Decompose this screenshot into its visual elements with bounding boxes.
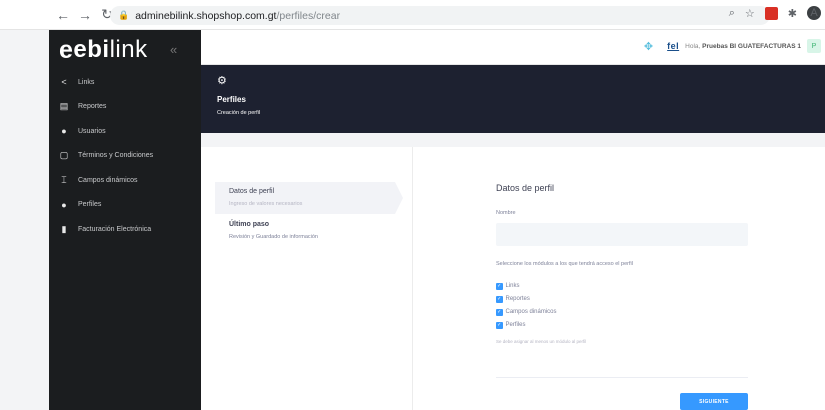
- fields-icon: ⌶: [61, 174, 67, 185]
- modules-label: Seleccione los módulos a los que tendrá …: [496, 261, 633, 267]
- sidebar-item-terminos[interactable]: ▢ Términos y Condiciones: [49, 144, 201, 169]
- back-icon[interactable]: ←: [54, 6, 72, 24]
- page-subtitle: Creación de perfil: [217, 110, 261, 116]
- checkbox-label: Perfiles: [505, 322, 526, 329]
- module-checkbox-campos[interactable]: ✓ Campos dinámicos: [496, 309, 557, 316]
- module-checkbox-links[interactable]: ✓ Links: [496, 283, 520, 290]
- module-checkbox-perfiles[interactable]: ✓ Perfiles: [496, 322, 526, 329]
- sidebar-item-facturacion[interactable]: ▮ Facturación Electrónica: [49, 217, 201, 242]
- url-path: /perfiles/crear: [276, 9, 341, 22]
- user-avatar[interactable]: P: [807, 39, 821, 53]
- step-2-title[interactable]: Último paso: [229, 221, 269, 228]
- step-1-title[interactable]: Datos de perfil: [229, 188, 274, 195]
- step-active-highlight[interactable]: [215, 182, 403, 214]
- users-icon: ●: [61, 126, 67, 137]
- sidebar-item-links[interactable]: < Links: [49, 70, 201, 95]
- document-icon: ▢: [59, 150, 69, 161]
- fel-logo: fel: [667, 41, 680, 51]
- checkbox-label: Reportes: [505, 296, 530, 303]
- move-arrows-icon[interactable]: ✥: [644, 40, 653, 53]
- invoice-icon: ▮: [61, 223, 67, 234]
- wizard-card: Datos de perfil Ingreso de valores neces…: [201, 147, 825, 410]
- sidebar-item-label: Campos dinámicos: [78, 176, 138, 184]
- top-bar: ✥ fel Hola, Pruebas BI GUATEFACTURAS 1 P: [201, 30, 825, 65]
- user-greeting[interactable]: Hola, Pruebas BI GUATEFACTURAS 1: [685, 43, 801, 50]
- checkbox-checked-icon[interactable]: ✓: [496, 283, 503, 290]
- checkbox-checked-icon[interactable]: ✓: [496, 296, 503, 303]
- profile-form: Datos de perfil Nombre Seleccione los mó…: [414, 147, 825, 410]
- ebilink-logo[interactable]: e ebi link: [59, 36, 148, 64]
- browser-toolbar: ← → ↻ 🔒 adminebilink.shopshop.com.gt/per…: [0, 0, 825, 30]
- sidebar-item-usuarios[interactable]: ● Usuarios: [49, 119, 201, 144]
- page-title: Perfiles: [217, 95, 246, 104]
- module-checkbox-reportes[interactable]: ✓ Reportes: [496, 296, 530, 303]
- page-header: ⚙ Perfiles Creación de perfil: [201, 65, 825, 133]
- sidebar-item-label: Usuarios: [78, 127, 106, 135]
- logo-mark: e: [59, 35, 74, 64]
- profiles-icon: ●: [61, 199, 67, 210]
- name-label: Nombre: [496, 210, 516, 216]
- sidebar-menu: < Links ▤ Reportes ● Usuarios ▢ Términos…: [49, 70, 201, 242]
- step-1-description: Ingreso de valores necesarios: [229, 201, 303, 207]
- forward-icon[interactable]: →: [76, 6, 94, 24]
- sidebar: e ebi link « < Links ▤ Reportes ● Usuarios…: [49, 30, 201, 410]
- extensions-puzzle-icon[interactable]: ✱: [788, 7, 797, 20]
- greeting-prefix: Hola,: [685, 42, 701, 50]
- step-2-description: Revisión y Guardado de información: [229, 234, 318, 240]
- profiles-icon: ⚙: [217, 75, 227, 87]
- logo-text-bold: ebi: [73, 36, 110, 63]
- sidebar-item-label: Perfiles: [78, 201, 102, 209]
- form-title: Datos de perfil: [496, 183, 555, 193]
- modules-hint: Se debe asignar al menos un módulo al pe…: [496, 339, 587, 344]
- sidebar-item-perfiles[interactable]: ● Perfiles: [49, 193, 201, 218]
- sidebar-item-reportes[interactable]: ▤ Reportes: [49, 95, 201, 120]
- form-divider: [496, 377, 748, 378]
- checkbox-label: Campos dinámicos: [505, 309, 557, 316]
- next-button[interactable]: SIGUIENTE: [680, 393, 748, 410]
- checkbox-label: Links: [505, 283, 520, 290]
- sidebar-item-label: Términos y Condiciones: [78, 152, 154, 160]
- bookmark-star-icon[interactable]: ☆: [745, 7, 755, 20]
- wizard-steps: Datos de perfil Ingreso de valores neces…: [201, 147, 413, 410]
- sidebar-item-label: Reportes: [78, 103, 107, 111]
- checkbox-checked-icon[interactable]: ✓: [496, 322, 503, 329]
- share-icon: <: [61, 77, 67, 88]
- zoom-icon[interactable]: ⌕: [729, 7, 735, 20]
- sidebar-item-label: Links: [78, 78, 95, 86]
- sidebar-item-campos[interactable]: ⌶ Campos dinámicos: [49, 168, 201, 193]
- chart-icon: ▤: [59, 101, 69, 112]
- extension-icon[interactable]: [764, 6, 778, 20]
- sidebar-item-label: Facturación Electrónica: [78, 225, 152, 233]
- collapse-sidebar-icon[interactable]: «: [170, 42, 177, 57]
- address-bar[interactable]: 🔒 adminebilink.shopshop.com.gt/perfiles/…: [110, 6, 770, 25]
- user-name: Pruebas BI GUATEFACTURAS 1: [702, 42, 801, 50]
- url-host: adminebilink.shopshop.com.gt: [135, 9, 277, 22]
- logo-text-light: link: [109, 36, 148, 63]
- profile-avatar-icon[interactable]: A: [807, 6, 821, 20]
- lock-icon: 🔒: [118, 10, 130, 20]
- name-input[interactable]: [496, 223, 748, 246]
- checkbox-checked-icon[interactable]: ✓: [496, 309, 503, 316]
